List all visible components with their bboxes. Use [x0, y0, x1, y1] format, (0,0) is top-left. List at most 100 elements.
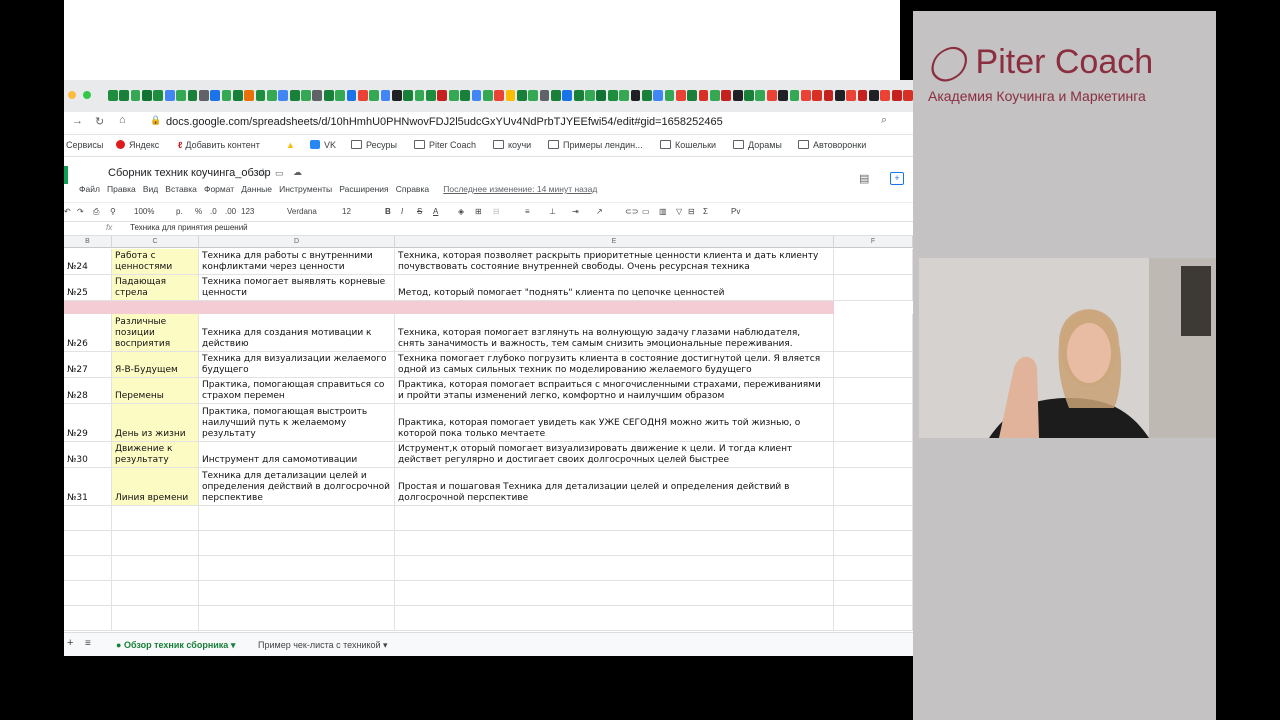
- empty-cell[interactable]: [64, 556, 112, 581]
- technique-purpose-cell[interactable]: Техника помогает выявлять корневые ценно…: [199, 275, 395, 301]
- menu-format[interactable]: Формат: [204, 184, 234, 194]
- row-number-cell[interactable]: №24: [64, 249, 112, 275]
- technique-purpose-cell[interactable]: Техника для визуализации желаемого будущ…: [199, 352, 395, 378]
- tab-favicon-icon[interactable]: [380, 90, 391, 101]
- tab-favicon-icon[interactable]: [448, 90, 459, 101]
- add-sheet-icon[interactable]: +: [67, 637, 73, 649]
- minimize-button[interactable]: [68, 91, 76, 99]
- technique-name-cell[interactable]: Падающая стрела: [112, 275, 199, 301]
- bookmark-doramas[interactable]: Дорамы: [733, 140, 782, 150]
- empty-cell[interactable]: [834, 378, 913, 404]
- bold-button[interactable]: B: [385, 207, 391, 216]
- tab-favicon-icon[interactable]: [119, 90, 130, 101]
- empty-cell[interactable]: [64, 506, 112, 531]
- tab-favicon-icon[interactable]: [176, 90, 186, 101]
- technique-description-cell[interactable]: Практика, которая помогает вспраиться с …: [395, 378, 834, 404]
- technique-purpose-cell[interactable]: Техника для работы с внутренними конфлик…: [199, 249, 395, 275]
- tab-favicon-icon[interactable]: [471, 90, 482, 101]
- spreadsheet-grid[interactable]: B C D E F №24 Работа с ценностями Техника для р…: [64, 236, 913, 631]
- menu-data[interactable]: Данные: [241, 184, 272, 194]
- tab-favicon-icon[interactable]: [653, 90, 664, 101]
- tab-favicon-icon[interactable]: [596, 90, 607, 101]
- present-icon[interactable]: +: [890, 172, 904, 185]
- menu-tools[interactable]: Инструменты: [279, 184, 332, 194]
- empty-cell[interactable]: [199, 556, 395, 581]
- tab-favicon-icon[interactable]: [108, 90, 118, 101]
- font-select[interactable]: Verdana: [287, 207, 317, 216]
- empty-cell[interactable]: [112, 506, 199, 531]
- technique-name-cell[interactable]: Движение к результату: [112, 442, 199, 468]
- empty-cell[interactable]: [112, 581, 199, 606]
- technique-name-cell[interactable]: Я-В-Будущем: [112, 352, 199, 378]
- filter-icon[interactable]: ▽: [676, 207, 682, 216]
- tab-favicon-icon[interactable]: [391, 90, 402, 101]
- input-tools-button[interactable]: Pv: [731, 207, 740, 216]
- tab-favicon-icon[interactable]: [607, 90, 618, 101]
- tab-favicon-icon[interactable]: [323, 90, 334, 101]
- move-folder-icon[interactable]: ▭: [275, 168, 284, 179]
- empty-cell[interactable]: [199, 606, 395, 631]
- tab-favicon-icon[interactable]: [766, 90, 777, 101]
- tab-favicon-icon[interactable]: [675, 90, 686, 101]
- tab-favicon-icon[interactable]: [187, 90, 198, 101]
- percent-button[interactable]: %: [195, 207, 202, 216]
- technique-name-cell[interactable]: Перемены: [112, 378, 199, 404]
- wrap-icon[interactable]: ⇥: [572, 207, 579, 216]
- empty-cell[interactable]: [199, 581, 395, 606]
- tab-favicon-icon[interactable]: [516, 90, 527, 101]
- technique-description-cell[interactable]: Техника помогает глубоко погрузить клиен…: [395, 352, 834, 378]
- technique-description-cell[interactable]: Иструмент,к оторый помогает визуализиров…: [395, 442, 834, 468]
- tab-favicon-icon[interactable]: [551, 90, 561, 101]
- empty-cell[interactable]: [834, 556, 913, 581]
- tab-favicon-icon[interactable]: [232, 90, 243, 101]
- zoom-select[interactable]: 100%: [134, 207, 154, 216]
- empty-cell[interactable]: [834, 468, 913, 506]
- tab-favicon-icon[interactable]: [346, 90, 357, 101]
- tab-favicon-icon[interactable]: [857, 90, 868, 101]
- tab-favicon-icon[interactable]: [573, 90, 584, 101]
- url-field[interactable]: docs.google.com/spreadsheets/d/10hHmhU0P…: [166, 116, 723, 128]
- tab-favicon-icon[interactable]: [505, 90, 516, 101]
- forward-icon[interactable]: →: [72, 115, 83, 127]
- paint-format-icon[interactable]: ⚲: [110, 207, 116, 216]
- tab-favicon-icon[interactable]: [755, 90, 766, 101]
- tab-favicon-icon[interactable]: [539, 90, 550, 101]
- technique-name-cell[interactable]: Линия времени: [112, 468, 199, 506]
- print-icon[interactable]: ⎙: [93, 207, 99, 217]
- empty-cell[interactable]: [199, 506, 395, 531]
- link-icon[interactable]: ⊂⊃: [625, 207, 638, 216]
- reload-icon[interactable]: ↻: [95, 115, 104, 128]
- bookmark-yandex[interactable]: Яндекс: [116, 140, 159, 150]
- technique-purpose-cell[interactable]: Практика, помогающая справиться со страх…: [199, 378, 395, 404]
- row-number-cell[interactable]: №26: [64, 314, 112, 352]
- tab-favicon-icon[interactable]: [630, 90, 641, 101]
- undo-icon[interactable]: ↶: [64, 207, 71, 216]
- empty-cell[interactable]: [834, 606, 913, 631]
- italic-button[interactable]: I: [401, 207, 403, 216]
- row-number-cell[interactable]: №31: [64, 468, 112, 506]
- tab-favicon-icon[interactable]: [142, 90, 152, 101]
- row-number-cell[interactable]: №25: [64, 275, 112, 301]
- comments-icon[interactable]: ▤: [859, 172, 869, 185]
- tab-favicon-icon[interactable]: [585, 90, 595, 101]
- sheet-tab-overview[interactable]: ● Обзор техник сборника ▾: [116, 640, 235, 651]
- tab-favicon-icon[interactable]: [482, 90, 493, 101]
- technique-description-cell[interactable]: Техника, которая помогает взглянуть на в…: [395, 314, 834, 352]
- number-format-select[interactable]: 123: [241, 207, 254, 216]
- technique-description-cell[interactable]: Простая и пошаговая Техника для детализа…: [395, 468, 834, 506]
- empty-cell[interactable]: [834, 442, 913, 468]
- technique-purpose-cell[interactable]: Инструмент для самомотивации: [199, 442, 395, 468]
- column-header[interactable]: C: [112, 236, 199, 248]
- bookmark-add-content[interactable]: ℓ Добавить контент: [178, 140, 260, 150]
- technique-name-cell[interactable]: Различные позиции восприятия: [112, 314, 199, 352]
- bookmark-wallets[interactable]: Кошельки: [660, 140, 716, 150]
- bookmark-vk[interactable]: VK: [310, 140, 336, 150]
- tab-favicon-icon[interactable]: [721, 90, 732, 101]
- technique-description-cell[interactable]: Техника, которая позволяет раскрыть прио…: [395, 249, 834, 275]
- tab-favicon-icon[interactable]: [460, 90, 470, 101]
- menu-edit[interactable]: Правка: [107, 184, 136, 194]
- highlighted-row[interactable]: [64, 301, 834, 314]
- tab-favicon-icon[interactable]: [528, 90, 539, 101]
- comment-icon[interactable]: ▭: [642, 207, 650, 216]
- sheet-tab-checklist[interactable]: Пример чек-листа с техникой ▾: [258, 640, 388, 651]
